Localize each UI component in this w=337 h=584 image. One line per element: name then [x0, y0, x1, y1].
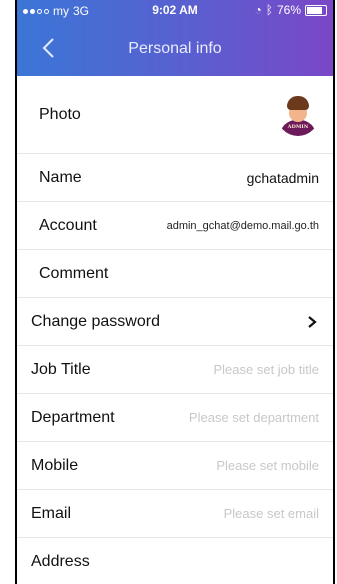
account-value: admin_gchat@demo.mail.go.th	[166, 219, 319, 232]
job-title-label: Job Title	[31, 360, 91, 378]
mobile-label: Mobile	[31, 456, 79, 474]
row-comment[interactable]: Comment	[17, 250, 333, 298]
email-placeholder: Please set email	[223, 506, 319, 521]
name-value: gchatadmin	[246, 169, 319, 186]
page-title: Personal info	[128, 40, 222, 57]
status-bar: my 3G 9:02 AM ◔ ᛒ 76%	[17, 0, 333, 20]
row-job-title[interactable]: Job Title Please set job title	[17, 346, 333, 394]
status-right: ◔ ᛒ 76%	[255, 3, 327, 17]
avatar[interactable]: ADMIN	[277, 93, 319, 136]
phone-screen: my 3G 9:02 AM ◔ ᛒ 76% Personal info Phot…	[15, 0, 335, 584]
settings-list: Photo ADMIN Name gchatadmin Account admi…	[17, 76, 333, 584]
department-placeholder: Please set department	[188, 410, 319, 425]
row-address[interactable]: Address	[17, 538, 333, 584]
photo-label: Photo	[39, 105, 81, 123]
header: my 3G 9:02 AM ◔ ᛒ 76% Personal info	[17, 0, 333, 76]
row-name[interactable]: Name gchatadmin	[17, 154, 333, 202]
nav-bar: Personal info	[17, 26, 333, 70]
department-label: Department	[31, 408, 115, 426]
battery-fill	[307, 6, 323, 14]
mobile-placeholder: Please set mobile	[216, 458, 319, 473]
row-email[interactable]: Email Please set email	[17, 490, 333, 538]
bluetooth-icon: ᛒ	[265, 3, 273, 17]
email-label: Email	[31, 504, 72, 522]
chevron-right-icon	[308, 315, 317, 328]
account-label: Account	[39, 216, 97, 234]
row-photo[interactable]: Photo ADMIN	[17, 76, 333, 154]
address-label: Address	[31, 552, 90, 570]
comment-label: Comment	[39, 264, 109, 282]
row-mobile[interactable]: Mobile Please set mobile	[17, 442, 333, 490]
row-change-password[interactable]: Change password	[17, 298, 333, 346]
row-department[interactable]: Department Please set department	[17, 394, 333, 442]
avatar-badge-text: ADMIN	[287, 123, 309, 130]
alarm-icon: ◔	[254, 3, 262, 17]
row-account[interactable]: Account admin_gchat@demo.mail.go.th	[17, 202, 333, 250]
battery-percent: 76%	[276, 3, 301, 17]
change-password-label: Change password	[31, 312, 160, 330]
battery-icon	[305, 4, 327, 16]
name-label: Name	[39, 168, 82, 186]
job-title-placeholder: Please set job title	[213, 362, 319, 377]
